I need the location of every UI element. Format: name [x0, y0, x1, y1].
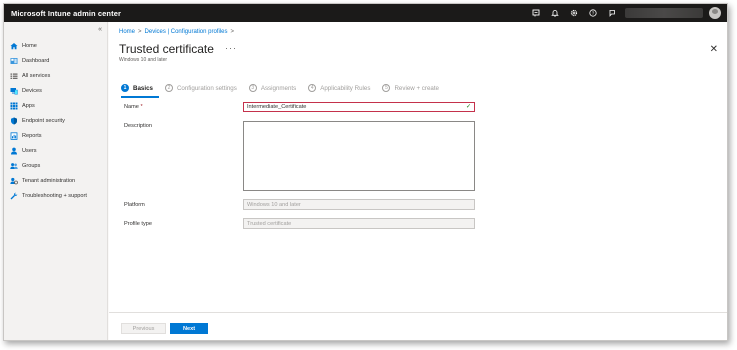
collapse-sidebar-icon[interactable]: «	[98, 26, 102, 33]
profile-type-field: Trusted certificate	[243, 218, 475, 229]
sidebar-item-dashboard[interactable]: Dashboard	[4, 53, 107, 68]
breadcrumb: Home > Devices | Configuration profiles …	[119, 29, 234, 35]
devices-icon	[9, 87, 18, 95]
wizard-steps: 1 Basics 2 Configuration settings 3 Assi…	[121, 82, 451, 94]
sidebar-item-label: Tenant administration	[22, 177, 76, 184]
active-step-indicator	[121, 96, 159, 98]
step-assignments[interactable]: 3 Assignments	[248, 84, 297, 92]
sidebar-item-label: Devices	[22, 87, 42, 94]
breadcrumb-separator: >	[230, 29, 234, 35]
close-icon[interactable]: ✕	[710, 44, 718, 55]
sidebar-item-apps[interactable]: Apps	[4, 98, 107, 113]
step-label: Configuration settings	[176, 84, 237, 92]
all-services-icon	[9, 72, 18, 80]
svg-text:?: ?	[591, 11, 594, 16]
tenant-admin-icon	[9, 177, 18, 185]
name-label: Name *	[124, 104, 143, 110]
step-configuration-settings[interactable]: 2 Configuration settings	[164, 84, 237, 92]
dashboard-icon	[9, 57, 18, 65]
platform-label: Platform	[124, 202, 145, 208]
person-feedback-icon[interactable]	[602, 4, 621, 22]
next-button[interactable]: Next	[170, 323, 208, 334]
step-number: 2	[164, 84, 173, 92]
previous-button[interactable]: Previous	[121, 323, 166, 334]
sidebar: « Home Dashboard All services Devices Ap…	[4, 22, 108, 340]
description-textarea[interactable]	[243, 121, 475, 191]
step-basics[interactable]: 1 Basics	[121, 84, 153, 92]
step-applicability-rules[interactable]: 4 Applicability Rules	[308, 84, 370, 92]
profile-type-label: Profile type	[124, 221, 152, 227]
platform-field: Windows 10 and later	[243, 199, 475, 210]
gear-icon[interactable]	[564, 4, 583, 22]
step-label: Assignments	[260, 84, 297, 92]
apps-icon	[9, 102, 18, 110]
step-review-create[interactable]: 5 Review + create	[382, 84, 439, 92]
step-number: 4	[308, 84, 317, 92]
name-input[interactable]: Intermediate_Certificate ✓	[243, 102, 475, 112]
endpoint-security-icon	[9, 117, 18, 125]
sidebar-item-home[interactable]: Home	[4, 38, 107, 53]
users-icon	[9, 147, 18, 155]
feedback-icon[interactable]	[526, 4, 545, 22]
step-number: 3	[248, 84, 257, 92]
sidebar-item-label: Home	[22, 42, 37, 49]
sidebar-item-troubleshooting-support[interactable]: Troubleshooting + support	[4, 188, 107, 203]
step-label: Review + create	[394, 84, 439, 92]
groups-icon	[9, 162, 18, 170]
bell-icon[interactable]	[545, 4, 564, 22]
checkmark-icon: ✓	[465, 104, 471, 110]
main-content: Home > Devices | Configuration profiles …	[109, 22, 727, 340]
account-name[interactable]	[625, 8, 703, 18]
sidebar-item-label: Reports	[22, 132, 42, 139]
step-number: 5	[382, 84, 391, 92]
name-input-value: Intermediate_Certificate	[247, 104, 307, 110]
sidebar-item-users[interactable]: Users	[4, 143, 107, 158]
sidebar-item-groups[interactable]: Groups	[4, 158, 107, 173]
description-label: Description	[124, 123, 152, 129]
sidebar-item-endpoint-security[interactable]: Endpoint security	[4, 113, 107, 128]
sidebar-item-label: Endpoint security	[22, 117, 65, 124]
home-icon	[9, 42, 18, 50]
sidebar-item-label: Groups	[22, 162, 41, 169]
wizard-footer: Previous Next	[109, 312, 727, 340]
sidebar-item-label: All services	[22, 72, 51, 79]
sidebar-item-devices[interactable]: Devices	[4, 83, 107, 98]
top-bar: Microsoft Intune admin center ?	[4, 4, 727, 22]
sidebar-item-label: Users	[22, 147, 37, 154]
app-window: Microsoft Intune admin center ? « Home D…	[3, 3, 728, 341]
step-label: Applicability Rules	[320, 84, 371, 92]
breadcrumb-devices[interactable]: Devices | Configuration profiles	[145, 29, 228, 35]
avatar[interactable]	[709, 7, 721, 19]
page-title: Trusted certificate	[119, 42, 214, 56]
step-number: 1	[121, 84, 129, 92]
page-subtitle: Windows 10 and later	[119, 57, 168, 63]
required-mark: *	[140, 104, 143, 110]
name-label-text: Name	[124, 104, 139, 110]
help-icon[interactable]: ?	[583, 4, 602, 22]
sidebar-item-label: Apps	[22, 102, 35, 109]
sidebar-item-tenant-administration[interactable]: Tenant administration	[4, 173, 107, 188]
breadcrumb-home[interactable]: Home	[119, 29, 135, 35]
sidebar-nav: Home Dashboard All services Devices Apps…	[4, 38, 107, 203]
step-label: Basics	[133, 84, 153, 92]
troubleshooting-icon	[9, 192, 18, 200]
reports-icon	[9, 131, 18, 140]
sidebar-item-label: Troubleshooting + support	[22, 192, 87, 199]
sidebar-item-all-services[interactable]: All services	[4, 68, 107, 83]
breadcrumb-separator: >	[138, 29, 142, 35]
top-bar-icons: ?	[526, 4, 727, 22]
app-title[interactable]: Microsoft Intune admin center	[4, 9, 121, 18]
sidebar-item-label: Dashboard	[22, 57, 50, 64]
more-options-icon[interactable]: ···	[225, 43, 237, 53]
sidebar-item-reports[interactable]: Reports	[4, 128, 107, 143]
